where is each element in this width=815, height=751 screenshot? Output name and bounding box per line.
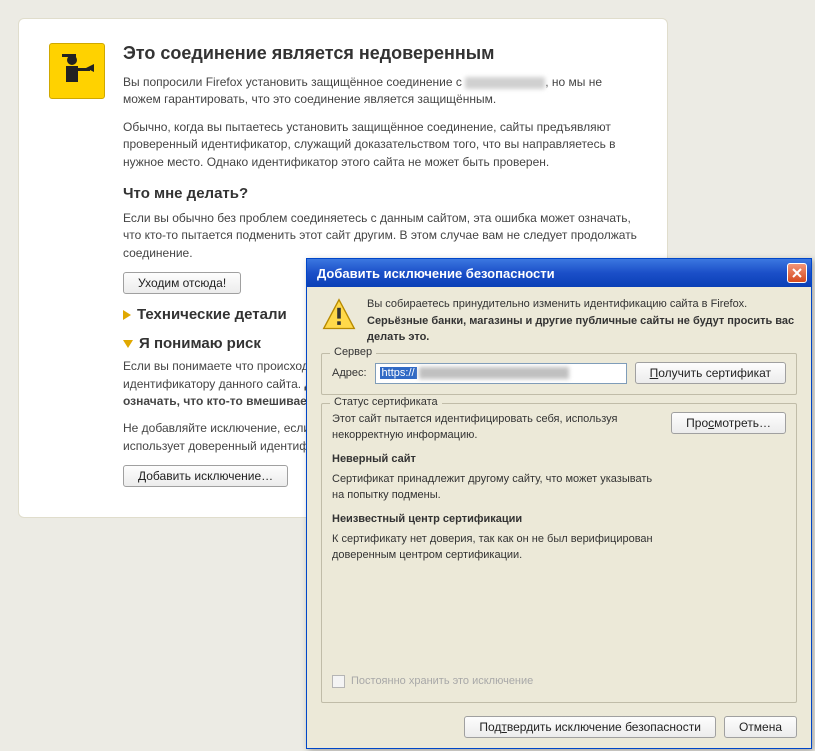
permanent-store-checkbox[interactable]	[332, 675, 345, 688]
server-fieldset: Сервер Адрес: https:// Получить сертифик…	[321, 353, 797, 395]
view-certificate-button[interactable]: Просмотреть…	[671, 412, 786, 434]
close-icon	[792, 268, 802, 278]
triangle-right-icon	[123, 310, 131, 320]
permanent-store-row: Постоянно хранить это исключение	[332, 674, 661, 690]
warning-triangle-icon	[321, 297, 357, 333]
technical-details-label: Технические детали	[137, 306, 287, 323]
dialog-title: Добавить исключение безопасности	[317, 266, 787, 281]
wrong-site-text: Сертификат принадлежит другому сайту, чт…	[332, 473, 652, 501]
cancel-button[interactable]: Отмена	[724, 716, 797, 738]
dialog-top-bold: Серьёзные банки, магазины и другие публи…	[367, 314, 797, 345]
confirm-exception-button[interactable]: Подтвердить исключение безопасности	[464, 716, 716, 738]
understand-risk-label: Я понимаю риск	[139, 335, 261, 352]
dialog-footer: Подтвердить исключение безопасности Отме…	[307, 706, 811, 748]
dialog-titlebar[interactable]: Добавить исключение безопасности	[307, 259, 811, 287]
blurred-url	[419, 367, 569, 379]
blurred-domain	[465, 77, 545, 89]
officer-warning-icon	[49, 43, 105, 99]
address-input[interactable]: https://	[375, 363, 627, 384]
close-button[interactable]	[787, 263, 807, 283]
unknown-ca-text: К сертификату нет доверия, так как он не…	[332, 533, 653, 561]
add-security-exception-dialog: Добавить исключение безопасности Вы соби…	[306, 258, 812, 749]
status-text-1: Этот сайт пытается идентифицировать себя…	[332, 413, 617, 441]
address-label: Адрес:	[332, 367, 367, 379]
warning-paragraph-3: Если вы обычно без проблем соединяетесь …	[123, 210, 637, 262]
server-legend: Сервер	[330, 346, 376, 358]
dialog-top-line: Вы собираетесь принудительно изменить ид…	[367, 298, 747, 310]
unknown-ca-heading: Неизвестный центр сертификации	[332, 512, 661, 528]
warning-title: Это соединение является недоверенным	[123, 43, 637, 64]
get-certificate-button[interactable]: Получить сертификат	[635, 362, 786, 384]
permanent-store-label: Постоянно хранить это исключение	[351, 674, 533, 690]
what-to-do-heading: Что мне делать?	[123, 185, 637, 202]
warning-paragraph-1: Вы попросили Firefox установить защищённ…	[123, 74, 637, 109]
certificate-status-fieldset: Статус сертификата Этот сайт пытается ид…	[321, 403, 797, 703]
status-legend: Статус сертификата	[330, 396, 442, 408]
warning-paragraph-2: Обычно, когда вы пытаетесь установить за…	[123, 119, 637, 171]
add-exception-button[interactable]: Добавить исключение…	[123, 465, 288, 487]
get-out-button[interactable]: Уходим отсюда!	[123, 272, 241, 294]
wrong-site-heading: Неверный сайт	[332, 452, 661, 468]
triangle-down-icon	[123, 340, 133, 348]
